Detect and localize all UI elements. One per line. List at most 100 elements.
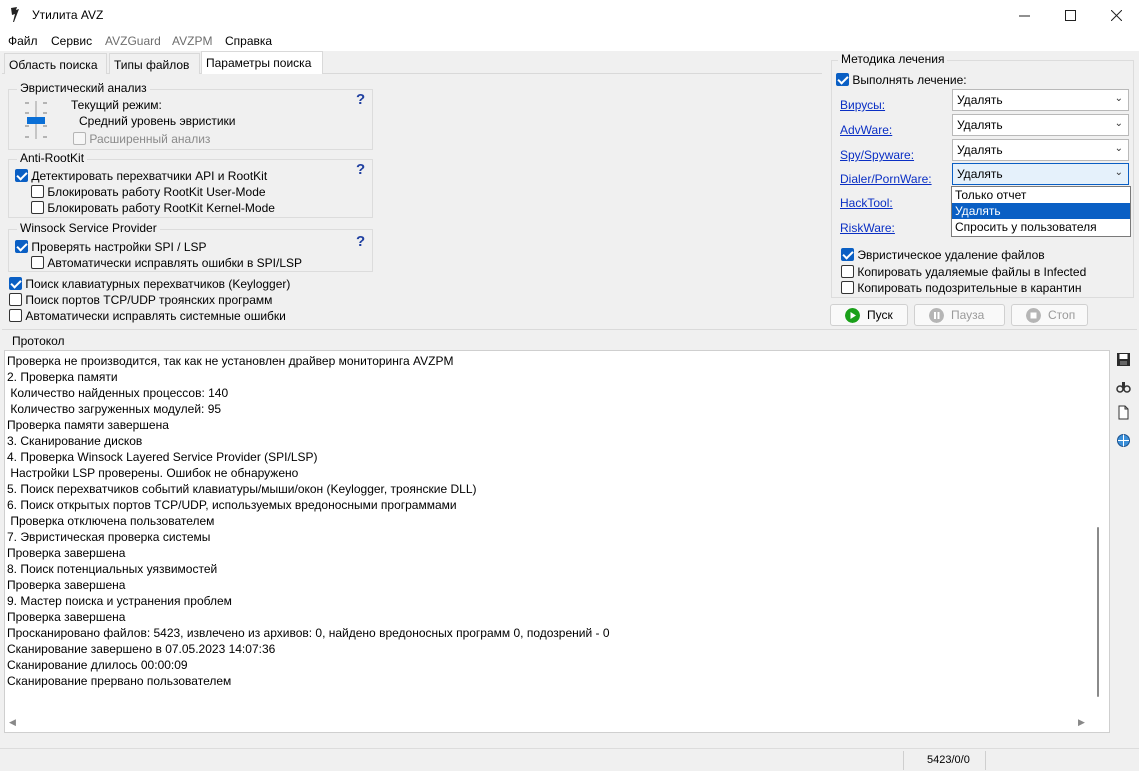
- check-spi-checkbox[interactable]: Проверять настройки SPI / LSP: [15, 240, 207, 254]
- viruses-select[interactable]: Удалять ⌄: [952, 89, 1129, 111]
- adware-select[interactable]: Удалять ⌄: [952, 114, 1129, 136]
- checkbox-icon: [31, 185, 44, 198]
- viruses-select-value: Удалять: [957, 93, 1003, 107]
- globe-icon: [1116, 433, 1130, 447]
- floppy-disk-icon: [1116, 352, 1130, 366]
- dropdown-option-delete[interactable]: Удалять: [952, 203, 1130, 219]
- winsock-group: Winsock Service Provider Проверять настр…: [8, 221, 373, 272]
- stop-button[interactable]: Стоп: [1011, 304, 1088, 326]
- find-in-log-button[interactable]: [1114, 377, 1132, 395]
- autofix-spi-label: Автоматически исправлять ошибки в SPI/LS…: [47, 256, 303, 270]
- block-usermode-checkbox[interactable]: Блокировать работу RootKit User-Mode: [31, 185, 266, 199]
- log-line: Сканирование завершено в 07.05.2023 14:0…: [7, 642, 276, 656]
- log-line: Количество загруженных модулей: 95: [7, 402, 222, 416]
- heuristic-level-slider[interactable]: [21, 99, 51, 141]
- new-log-button[interactable]: [1114, 403, 1132, 421]
- tab-search-scope[interactable]: Область поиска: [4, 53, 107, 74]
- adware-select-value: Удалять: [957, 118, 1003, 132]
- vertical-scrollbar-thumb[interactable]: [1097, 527, 1099, 697]
- tab-file-types[interactable]: Типы файлов: [109, 53, 200, 74]
- checkbox-checked-icon: [9, 277, 22, 290]
- antirootkit-group: Anti-RootKit Детектировать перехватчики …: [8, 151, 373, 218]
- block-kernelmode-checkbox[interactable]: Блокировать работу RootKit Kernel-Mode: [31, 201, 275, 215]
- heuristic-delete-label: Эвристическое удаление файлов: [857, 248, 1045, 262]
- start-button[interactable]: Пуск: [830, 304, 908, 326]
- hacktool-link[interactable]: HackTool:: [840, 196, 893, 210]
- extended-analysis-checkbox[interactable]: Расширенный анализ: [73, 132, 210, 146]
- pause-button[interactable]: Пауза: [914, 304, 1005, 326]
- menu-help[interactable]: Справка: [225, 34, 272, 48]
- detect-api-checkbox[interactable]: Детектировать перехватчики API и RootKit: [15, 169, 267, 183]
- log-line: 2. Проверка памяти: [7, 370, 118, 384]
- trojan-ports-checkbox[interactable]: Поиск портов TCP/UDP троянских программ: [9, 293, 272, 307]
- heuristic-delete-checkbox[interactable]: Эвристическое удаление файлов: [841, 248, 1045, 262]
- minimize-icon: [1018, 15, 1030, 17]
- autofix-system-label: Автоматически исправлять системные ошибк…: [25, 309, 286, 323]
- dropdown-option-ask-user[interactable]: Спросить у пользователя: [952, 219, 1130, 235]
- viruses-link[interactable]: Вирусы:: [840, 98, 885, 112]
- menu-avzguard[interactable]: AVZGuard: [105, 34, 161, 48]
- scroll-right-icon[interactable]: ▶: [1078, 717, 1085, 728]
- checkbox-icon: [73, 132, 86, 145]
- close-icon: [1110, 10, 1122, 21]
- protocol-title: Протокол: [12, 334, 65, 348]
- spyware-select-value: Удалять: [957, 143, 1003, 157]
- chevron-down-icon: ⌄: [1114, 118, 1123, 129]
- help-icon[interactable]: ?: [356, 91, 365, 108]
- log-line: 6. Поиск открытых портов TCP/UDP, исполь…: [7, 498, 457, 512]
- chevron-down-icon: ⌄: [1114, 93, 1123, 104]
- chevron-down-icon: ⌄: [1114, 167, 1123, 178]
- checkbox-checked-icon: [15, 169, 28, 182]
- adware-link[interactable]: AdvWare:: [840, 123, 892, 137]
- avz-app-icon: [11, 7, 19, 22]
- pause-icon: [929, 307, 944, 323]
- checkbox-checked-icon: [836, 73, 849, 86]
- dialer-select[interactable]: Удалять ⌄: [952, 163, 1129, 185]
- log-line: Количество найденных процессов: 140: [7, 386, 229, 400]
- dialer-select-value: Удалять: [957, 167, 1003, 181]
- splitter[interactable]: [2, 329, 1137, 330]
- status-separator: [985, 751, 986, 770]
- winsock-group-title: Winsock Service Provider: [17, 221, 160, 235]
- log-line: Сканирование прервано пользователем: [7, 674, 232, 688]
- document-icon: [1118, 405, 1128, 419]
- dialer-link[interactable]: Dialer/PornWare:: [840, 172, 932, 186]
- riskware-link[interactable]: RiskWare:: [840, 221, 895, 235]
- status-bar: 5423/0/0: [0, 748, 1139, 771]
- minimize-button[interactable]: [1001, 0, 1047, 31]
- autofix-spi-checkbox[interactable]: Автоматически исправлять ошибки в SPI/LS…: [31, 256, 302, 270]
- help-icon[interactable]: ?: [356, 161, 365, 178]
- autofix-system-checkbox[interactable]: Автоматически исправлять системные ошибк…: [9, 309, 286, 323]
- log-line: Проверка завершена: [7, 546, 126, 560]
- help-icon[interactable]: ?: [356, 233, 365, 250]
- log-line: Проверка отключена пользователем: [7, 514, 215, 528]
- block-usermode-label: Блокировать работу RootKit User-Mode: [47, 185, 266, 199]
- protocol-log[interactable]: Проверка не производится, так как не уст…: [4, 350, 1110, 733]
- dropdown-option-report-only[interactable]: Только отчет: [952, 187, 1130, 203]
- spyware-select[interactable]: Удалять ⌄: [952, 139, 1129, 161]
- log-line: 9. Мастер поиска и устранения проблем: [7, 594, 232, 608]
- checkbox-icon: [841, 281, 854, 294]
- save-log-button[interactable]: [1114, 350, 1132, 368]
- maximize-button[interactable]: [1047, 0, 1093, 31]
- copy-quarantine-checkbox[interactable]: Копировать подозрительные в карантин: [841, 281, 1081, 295]
- perform-treatment-checkbox[interactable]: Выполнять лечение:: [836, 73, 967, 87]
- keylogger-checkbox[interactable]: Поиск клавиатурных перехватчиков (Keylog…: [9, 277, 290, 291]
- menu-service[interactable]: Сервис: [51, 34, 92, 48]
- check-spi-label: Проверять настройки SPI / LSP: [31, 240, 207, 254]
- window-title: Утилита AVZ: [32, 8, 104, 22]
- network-log-button[interactable]: [1114, 431, 1132, 449]
- menu-file[interactable]: Файл: [8, 34, 38, 48]
- checkbox-icon: [841, 265, 854, 278]
- scroll-left-icon[interactable]: ◀: [9, 717, 16, 728]
- tab-search-params[interactable]: Параметры поиска: [201, 51, 323, 74]
- copy-infected-checkbox[interactable]: Копировать удаляемые файлы в Infected: [841, 265, 1086, 279]
- keylogger-label: Поиск клавиатурных перехватчиков (Keylog…: [25, 277, 291, 291]
- spyware-link[interactable]: Spy/Spyware:: [840, 148, 914, 162]
- checkbox-icon: [31, 256, 44, 269]
- close-button[interactable]: [1093, 0, 1139, 31]
- menu-avzpm[interactable]: AVZPM: [172, 34, 212, 48]
- perform-treatment-label: Выполнять лечение:: [852, 73, 967, 87]
- heuristic-group: Эвристический анализ Текущий режим: Сред…: [8, 81, 373, 150]
- checkbox-icon: [9, 293, 22, 306]
